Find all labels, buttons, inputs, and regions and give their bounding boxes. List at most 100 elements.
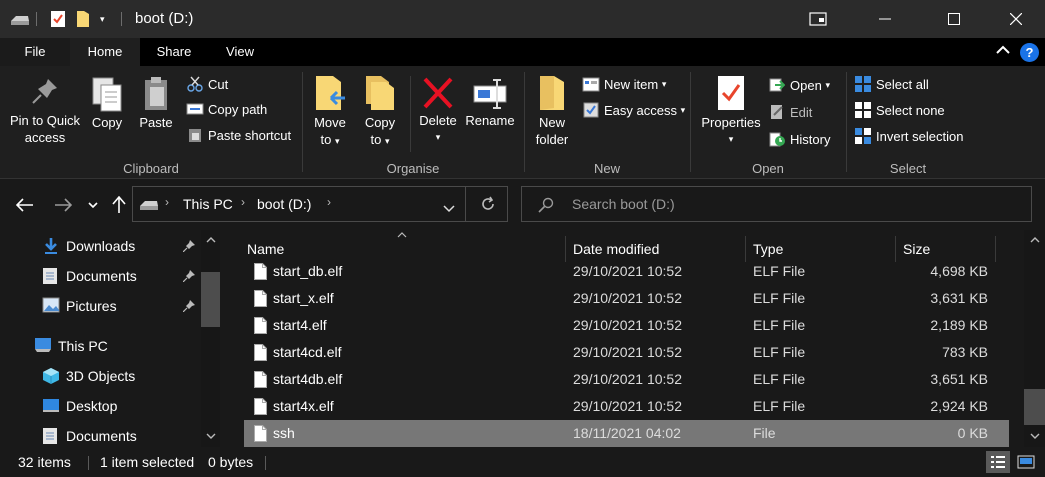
breadcrumb-chevron-icon[interactable]: ›: [241, 195, 245, 209]
scroll-down-chevron-icon[interactable]: [1030, 433, 1040, 440]
table-row[interactable]: start4cd.elf 29/10/2021 10:52 ELF File 783 …: [244, 339, 1009, 366]
edit-button[interactable]: Edit: [768, 101, 812, 123]
file-icon: [254, 290, 267, 307]
address-bar[interactable]: › This PC › boot (D:) ›: [132, 186, 508, 222]
file-date-modified: 29/10/2021 10:52: [573, 263, 682, 279]
pin-icon[interactable]: [183, 300, 195, 312]
breadcrumb-this-pc[interactable]: This PC: [183, 196, 233, 212]
pin-icon[interactable]: [183, 240, 195, 252]
properties-check-icon: [718, 76, 744, 110]
table-row[interactable]: start4x.elf 29/10/2021 10:52 ELF File 2,924…: [244, 393, 1009, 420]
move-to-button[interactable]: Move to ▾: [308, 74, 352, 150]
properties-button[interactable]: Properties ▾: [697, 74, 765, 148]
invert-selection-button[interactable]: Invert selection: [854, 125, 963, 147]
nav-item-documents-pc[interactable]: Documents: [42, 422, 137, 447]
table-row[interactable]: start4.elf 29/10/2021 10:52 ELF File 2,189 …: [244, 312, 1009, 339]
copy-to-folder-icon: [366, 76, 394, 110]
copy-path-button[interactable]: Copy path: [186, 98, 267, 120]
download-arrow-icon: [42, 237, 60, 255]
file-date-modified: 29/10/2021 10:52: [573, 317, 682, 333]
table-row[interactable]: start4db.elf 29/10/2021 10:52 ELF File 3,65…: [244, 366, 1009, 393]
open-dropdown-icon: ▾: [825, 79, 830, 90]
nav-item-this-pc[interactable]: This PC: [34, 332, 108, 360]
minimize-button[interactable]: [862, 0, 908, 38]
scroll-up-chevron-icon[interactable]: [1030, 236, 1040, 243]
new-group-label: New: [593, 161, 620, 176]
tab-view[interactable]: View: [208, 38, 272, 66]
forward-button[interactable]: [52, 194, 74, 216]
scroll-up-chevron-icon[interactable]: [206, 236, 216, 243]
cube-icon: [42, 367, 60, 385]
table-row[interactable]: start_db.elf 29/10/2021 10:52 ELF File 4,69…: [244, 258, 1009, 285]
search-box[interactable]: Search boot (D:): [521, 186, 1032, 222]
refresh-icon[interactable]: [480, 196, 496, 215]
nav-item-documents[interactable]: Documents: [42, 262, 137, 290]
new-item-dropdown-icon: ▾: [661, 78, 667, 89]
nav-pane-scrollbar[interactable]: [201, 230, 220, 447]
close-button[interactable]: [993, 0, 1039, 38]
nav-pane-scroll-thumb[interactable]: [201, 272, 220, 327]
delete-dropdown-icon: ▾: [435, 132, 441, 142]
paste-shortcut-button[interactable]: Paste shortcut: [186, 124, 291, 146]
back-button[interactable]: [14, 194, 36, 216]
up-button[interactable]: [110, 194, 128, 216]
collapse-ribbon-chevron-icon[interactable]: [996, 44, 1010, 58]
properties-dropdown-icon: ▾: [728, 134, 734, 144]
details-view-button[interactable]: [986, 451, 1010, 473]
breadcrumb-chevron-icon[interactable]: ›: [327, 195, 331, 209]
tab-share[interactable]: Share: [140, 38, 208, 66]
customize-toolbar-chevron-icon[interactable]: ▾: [100, 9, 105, 29]
nav-item-3d-objects[interactable]: 3D Objects: [42, 362, 135, 390]
large-icons-view-button[interactable]: [1014, 451, 1038, 473]
copy-button[interactable]: Copy: [86, 76, 128, 131]
drive-icon: [140, 201, 158, 210]
open-button[interactable]: Open ▾: [768, 74, 830, 96]
delete-button[interactable]: Delete ▾: [416, 76, 460, 146]
table-row[interactable]: ssh 18/11/2021 04:02 File 0 KB: [244, 420, 1009, 447]
file-date-modified: 18/11/2021 04:02: [573, 425, 681, 441]
help-icon[interactable]: ?: [1020, 43, 1039, 62]
pictures-icon: [42, 297, 60, 315]
sort-ascending-chevron-icon: [397, 232, 407, 238]
history-icon: [768, 130, 786, 148]
select-none-button[interactable]: Select none: [854, 99, 945, 121]
chevron-down-icon: [88, 202, 98, 209]
file-size: 2,189 KB: [930, 317, 988, 333]
scroll-down-chevron-icon[interactable]: [206, 433, 216, 440]
title-bar: ▾ boot (D:): [0, 0, 1045, 38]
properties-check-icon[interactable]: [50, 9, 66, 29]
easy-access-button[interactable]: Easy access ▾: [582, 99, 685, 121]
file-name: start4db.elf: [273, 371, 343, 387]
tab-home[interactable]: Home: [70, 38, 140, 66]
new-folder-button[interactable]: New folder: [530, 74, 574, 148]
paste-button[interactable]: Paste: [134, 76, 178, 131]
minimize-icon: [879, 18, 891, 20]
select-all-button[interactable]: Select all: [854, 73, 929, 95]
pin-icon[interactable]: [183, 270, 195, 282]
address-history-chevron-icon[interactable]: [443, 200, 455, 216]
table-row[interactable]: start_x.elf 29/10/2021 10:52 ELF File 3,631…: [244, 285, 1009, 312]
rename-button[interactable]: Rename: [464, 76, 516, 129]
back-arrow-icon: [16, 198, 33, 212]
new-item-button[interactable]: New item ▾: [582, 73, 666, 95]
pin-to-quick-access-button[interactable]: Pin to Quick access: [4, 76, 86, 146]
cut-button[interactable]: Cut: [186, 73, 228, 95]
nav-item-pictures[interactable]: Pictures: [42, 292, 117, 320]
nav-item-desktop[interactable]: Desktop: [42, 392, 117, 420]
breadcrumb-chevron-icon[interactable]: ›: [165, 195, 169, 209]
file-list-scroll-thumb[interactable]: [1024, 389, 1045, 425]
new-folder-icon[interactable]: [76, 9, 90, 29]
history-button[interactable]: History: [768, 128, 830, 150]
open-group-label: Open: [752, 161, 784, 176]
tab-file[interactable]: File: [0, 38, 70, 66]
nav-item-downloads[interactable]: Downloads: [42, 232, 135, 260]
maximize-button[interactable]: [931, 0, 977, 38]
breadcrumb-boot-drive[interactable]: boot (D:): [257, 196, 311, 212]
copy-icon: [92, 77, 122, 112]
details-view-icon: [991, 456, 1005, 468]
file-size: 2,924 KB: [930, 398, 988, 414]
recent-locations-button[interactable]: [86, 194, 100, 216]
ribbon-tabs: File Home Share View ?: [0, 38, 1045, 66]
ribbon-toggle-button[interactable]: [795, 0, 841, 38]
copy-to-button[interactable]: Copy to ▾: [358, 74, 402, 150]
